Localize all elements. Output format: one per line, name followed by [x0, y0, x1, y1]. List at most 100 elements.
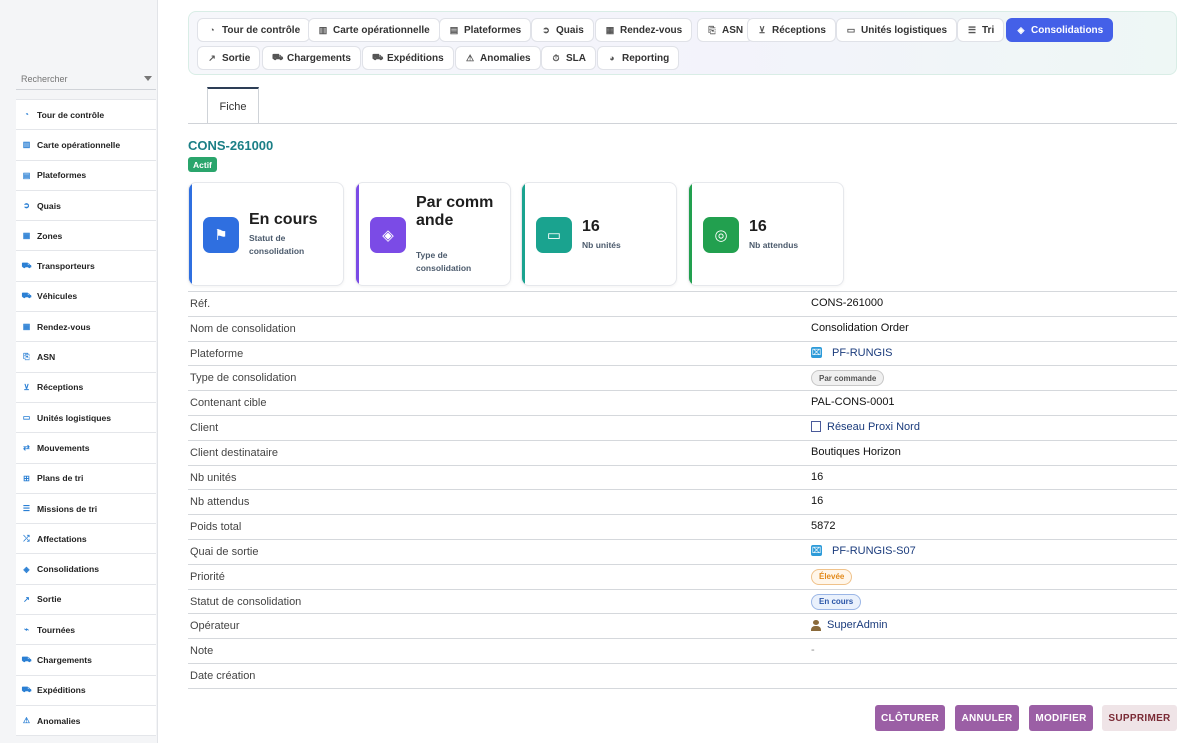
sidebar-item-label: Carte opérationnelle — [37, 139, 121, 150]
sidebar-item-label: Consolidations — [37, 564, 100, 575]
tab-unites-logistiques[interactable]: ▭ Unités logistiques — [836, 18, 958, 42]
sidebar-item-plateformes[interactable]: ▤ Plateformes — [16, 161, 156, 191]
sidebar-item-mouvements[interactable]: ⇄ Mouvements — [16, 433, 156, 464]
truck-icon: ⛟ — [21, 261, 32, 271]
sidebar-item-tour-de-contr-le[interactable]: ◔ Tour de contrôle — [16, 100, 156, 131]
field-value-text: PAL-CONS-0001 — [811, 396, 895, 409]
tab-receptions[interactable]: ⊻ Réceptions — [747, 18, 836, 42]
sidebar-item-asn[interactable]: ⎘ ASN — [16, 342, 156, 373]
table-row: Type de consolidation Par commande — [188, 366, 1177, 392]
sidebar-item-sortie[interactable]: ↗ Sortie — [16, 585, 156, 616]
field-label: Quai de sortie — [190, 545, 259, 558]
sidebar-item-quais[interactable]: ➲ Quais — [16, 191, 156, 222]
sidebar-item-label: Missions de tri — [37, 503, 98, 514]
tab-consolidations[interactable]: ◈ Consolidations — [1006, 18, 1114, 42]
sidebar-item-rendez-vous[interactable]: ▦ Rendez-vous — [16, 312, 156, 343]
sidebar-item-tourn-es[interactable]: ⌁ Tournées — [16, 615, 156, 646]
sidebar-item-exp-ditions[interactable]: ⛟ Expéditions — [16, 676, 156, 706]
sidebar-item-consolidations[interactable]: ◈ Consolidations — [16, 554, 156, 585]
modifier-button[interactable]: MODIFIER — [1029, 705, 1093, 731]
sidebar-item-transporteurs[interactable]: ⛟ Transporteurs — [16, 251, 156, 282]
sitemap-icon: ⊞ — [23, 473, 30, 483]
tab-anomalies[interactable]: ⚠ Anomalies — [455, 46, 541, 70]
table-row: Date création — [188, 664, 1177, 689]
chevron-down-icon[interactable] — [144, 76, 152, 81]
document-icon: ⎘ — [23, 352, 30, 362]
field-label: Nb unités — [190, 471, 237, 484]
sidebar-item-carte-op-rationnelle[interactable]: ▥ Carte opérationnelle — [16, 130, 156, 161]
annuler-button[interactable]: ANNULER — [955, 705, 1019, 731]
tab-label: Réceptions — [772, 24, 826, 36]
tab-tour-de-controle[interactable]: ◔ Tour de contrôle — [197, 18, 311, 42]
tab-rendez-vous[interactable]: ▦ Rendez-vous — [595, 18, 693, 42]
tab-plateformes[interactable]: ▤ Plateformes — [439, 18, 532, 42]
tab-icon: ⛟ — [372, 52, 384, 62]
sidebar-item-unit-s-logistiques[interactable]: ▭ Unités logistiques — [16, 403, 156, 434]
sidebar-search[interactable] — [16, 68, 156, 90]
sidebar-item-affectations[interactable]: ⤮ Affectations — [16, 524, 156, 555]
kpi-accent-bar — [522, 183, 525, 285]
kpi-card: ◎ 16 Nb attendus — [688, 182, 844, 286]
sidebar-item-anomalies[interactable]: ⚠ Anomalies — [16, 706, 156, 737]
field-label: Client — [190, 421, 219, 434]
dolly-icon: ⊻ — [23, 382, 30, 392]
cloturer-button[interactable]: CLÔTURER — [875, 705, 945, 731]
platform-link[interactable]: PF-RUNGIS-S07 — [832, 545, 916, 557]
loading-icon: ⛟ — [21, 654, 32, 664]
supprimer-button[interactable]: SUPPRIMER — [1102, 705, 1177, 731]
user-link[interactable]: SuperAdmin — [827, 619, 888, 631]
tab-label: Tri — [982, 24, 995, 36]
client-link[interactable]: Réseau Proxi Nord — [827, 421, 920, 433]
sidebar-item-label: Tournées — [37, 624, 76, 635]
table-row: Client destinataire Boutiques Horizon — [188, 441, 1177, 466]
tab-quais[interactable]: ➲ Quais — [531, 18, 594, 42]
sidebar-item-label: Réceptions — [37, 382, 84, 393]
tab-label: Consolidations — [1031, 24, 1104, 36]
field-label: Réf. — [190, 298, 211, 310]
table-row: Note - — [188, 639, 1177, 664]
kpi-label: Nb attendus — [749, 240, 799, 250]
table-row: Priorité Élevée — [188, 565, 1177, 590]
kpi-accent-bar — [689, 183, 692, 285]
field-label: Type de consolidation — [190, 372, 297, 385]
kpi-label: Nb unités — [582, 240, 621, 250]
grid-icon: ▦ — [22, 231, 31, 241]
field-value: PAL-CONS-0001 — [811, 396, 895, 408]
field-value: Boutiques Horizon — [811, 446, 901, 458]
tab-expeditions[interactable]: ⛟ Expéditions — [362, 46, 454, 70]
tab-icon: ▭ — [846, 24, 856, 35]
platform-icon: ⌧ — [811, 545, 822, 557]
tab-tri[interactable]: ☰ Tri — [957, 18, 1005, 42]
sidebar-item-r-ceptions[interactable]: ⊻ Réceptions — [16, 373, 156, 403]
tab-fiche[interactable]: Fiche — [207, 87, 259, 124]
tab-carte-operationnelle[interactable]: ▥ Carte opérationnelle — [308, 18, 440, 42]
flag-icon: ⚑ — [203, 217, 239, 253]
sidebar-item-chargements[interactable]: ⛟ Chargements — [16, 645, 156, 676]
platform-link[interactable]: PF-RUNGIS — [832, 347, 893, 359]
tab-chargements[interactable]: ⛟ Chargements — [262, 46, 361, 70]
tab-sortie[interactable]: ↗ Sortie — [197, 46, 261, 70]
sidebar-item-zones[interactable]: ▦ Zones — [16, 221, 156, 252]
kpi-value: En cours — [249, 211, 318, 228]
platform-icon: ⌧ — [811, 347, 822, 359]
kpi-label: Statut de consolidation — [249, 233, 305, 256]
sidebar-item-label: Expéditions — [37, 685, 86, 696]
search-input[interactable] — [16, 68, 136, 90]
sidebar-item-missions-de-tri[interactable]: ☰ Missions de tri — [16, 494, 156, 525]
tab-label: Quais — [556, 24, 584, 36]
field-label: Plateforme — [190, 347, 244, 360]
tab-reporting[interactable]: ◕ Reporting — [597, 46, 680, 70]
table-row: Opérateur SuperAdmin — [188, 614, 1177, 640]
bus-icon: ⛟ — [21, 291, 32, 301]
table-row: Nb attendus 16 — [188, 490, 1177, 516]
tab-asn[interactable]: ⎘ ASN — [697, 18, 754, 42]
sidebar-item-v-hicules[interactable]: ⛟ Véhicules — [16, 282, 156, 313]
tab-icon: ⚠ — [465, 52, 475, 63]
field-value-text: - — [811, 644, 815, 657]
field-value: ⌧ PF-RUNGIS-S07 — [811, 545, 916, 557]
tab-sla[interactable]: ⏱ SLA — [541, 46, 596, 70]
sidebar-item-plans-de-tri[interactable]: ⊞ Plans de tri — [16, 464, 156, 494]
tab-label: ASN — [722, 24, 744, 36]
value-pill: Par commande — [811, 370, 885, 387]
tab-icon: ☰ — [967, 24, 977, 35]
